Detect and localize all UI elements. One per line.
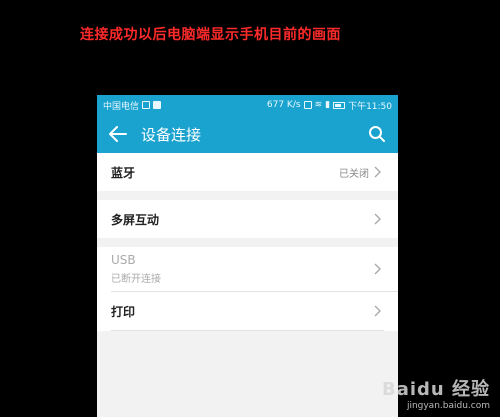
bluetooth-row[interactable]: 蓝牙 已关闭: [97, 153, 398, 191]
usb-label: USB: [111, 253, 136, 267]
page-title: 设备连接: [141, 125, 202, 144]
settings-group-bluetooth: 蓝牙 已关闭: [97, 153, 398, 191]
app-bar: 设备连接: [97, 115, 398, 153]
usb-row[interactable]: USB 已断开连接: [97, 247, 398, 291]
settings-group-multiscreen: 多屏互动: [97, 200, 398, 238]
caption-text: 连接成功以后电脑端显示手机目前的画面: [80, 27, 341, 43]
settings-group-usb-print: USB 已断开连接 打印: [97, 247, 398, 331]
vibrate-icon: [303, 101, 312, 109]
wifi-icon: ≋: [314, 100, 323, 110]
carrier-label: 中国电信: [103, 101, 140, 112]
row-divider: [111, 330, 384, 331]
print-row[interactable]: 打印: [97, 292, 398, 330]
watermark-brand: Baidu 经验: [381, 379, 490, 400]
multiscreen-label: 多屏互动: [111, 212, 160, 227]
network-speed: 677 K/s: [266, 100, 301, 110]
bluetooth-label: 蓝牙: [111, 165, 136, 180]
section-gap: [97, 238, 398, 247]
phone-screen: 中国电信 677 K/s ≋ ▮ 下午11:50 设备连接 蓝牙 已关闭 多屏互…: [97, 95, 398, 417]
chevron-right-icon: [374, 165, 384, 179]
bluetooth-status: 已关闭: [339, 168, 369, 180]
battery-icon: [333, 101, 346, 109]
clock-label: 下午11:50: [348, 101, 392, 112]
chevron-right-icon: [374, 304, 384, 318]
chevron-right-icon: [374, 212, 384, 226]
watermark: Baidu 经验 jingyan.baidu.com: [382, 375, 490, 411]
signal-icon: ▮: [325, 100, 331, 110]
status-bar: 中国电信 677 K/s ≋ ▮ 下午11:50: [97, 95, 398, 115]
app-notification-icon: [153, 101, 162, 109]
multiscreen-row[interactable]: 多屏互动: [97, 200, 398, 238]
usb-status: 已断开连接: [111, 274, 161, 285]
notification-icon: [142, 101, 151, 109]
watermark-url: jingyan.baidu.com: [406, 401, 490, 411]
search-icon[interactable]: [366, 123, 388, 145]
section-gap: [97, 191, 398, 200]
back-arrow-icon[interactable]: [107, 123, 129, 145]
print-label: 打印: [111, 304, 136, 319]
chevron-right-icon: [374, 262, 384, 276]
